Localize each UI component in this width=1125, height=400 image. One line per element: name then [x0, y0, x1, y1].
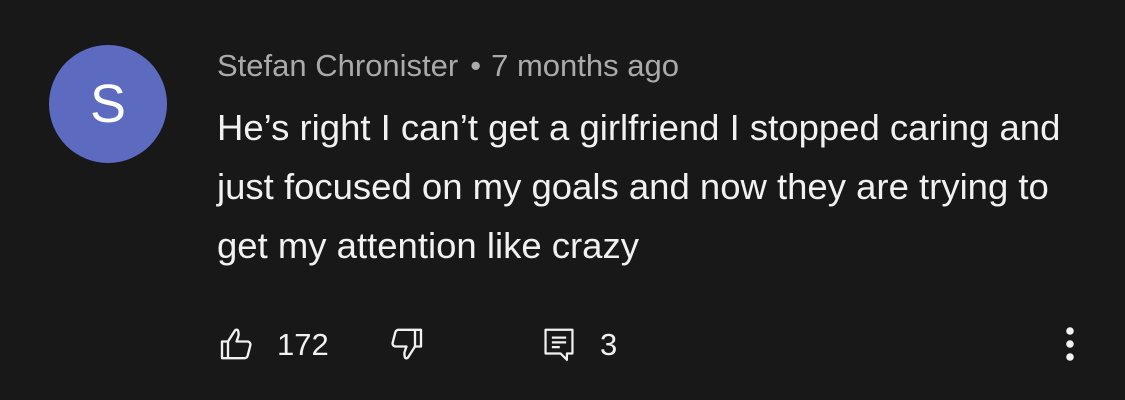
- thumbs-down-icon: [386, 324, 426, 364]
- like-button[interactable]: 172: [217, 318, 329, 370]
- comment-meta: Stefan Chronister • 7 months ago: [217, 44, 679, 88]
- reply-button[interactable]: 3: [540, 318, 617, 370]
- comment-text: He’s right I can’t get a girlfriend I st…: [217, 107, 1061, 266]
- author-name[interactable]: Stefan Chronister: [217, 48, 458, 83]
- avatar[interactable]: S: [49, 45, 167, 163]
- more-vertical-icon: [1060, 324, 1080, 364]
- thumbs-up-icon: [217, 324, 257, 364]
- avatar-letter: S: [89, 74, 127, 134]
- dislike-button[interactable]: [386, 318, 426, 370]
- reply-count: 3: [600, 326, 618, 362]
- comment-actions: 172 3: [215, 318, 1095, 370]
- comment-icon: [540, 324, 578, 364]
- meta-separator: •: [470, 48, 482, 83]
- like-count: 172: [277, 326, 329, 362]
- comment-timestamp[interactable]: 7 months ago: [491, 48, 679, 83]
- comment-item: S Stefan Chronister • 7 months ago He’s ri…: [0, 0, 1125, 400]
- more-actions-button[interactable]: [1060, 318, 1080, 370]
